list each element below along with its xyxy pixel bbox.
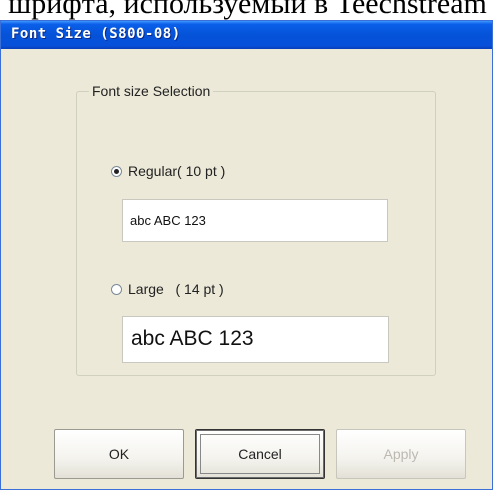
cancel-button[interactable]: Cancel (195, 429, 325, 479)
regular-sample-box: abc ABC 123 (122, 199, 388, 242)
ok-button-label: OK (108, 446, 130, 462)
regular-sample-text: abc ABC 123 (130, 213, 206, 228)
font-size-selection-group: Font size Selection Regular( 10 pt ) abc… (76, 83, 436, 376)
window-title: Font Size (S800-08) (11, 26, 181, 42)
large-sample-box: abc ABC 123 (122, 316, 389, 363)
background-caption: шрифта, используемый в Teechstream (0, 0, 495, 22)
radio-regular-indicator[interactable] (111, 165, 122, 177)
apply-button-label: Apply (383, 446, 419, 462)
apply-button[interactable]: Apply (336, 429, 466, 479)
title-bar[interactable]: Font Size (S800-08) (1, 21, 492, 49)
cancel-button-label: Cancel (238, 446, 282, 462)
dialog-body: Font size Selection Regular( 10 pt ) abc… (4, 49, 489, 486)
radio-regular-label[interactable]: Regular( 10 pt ) (128, 163, 225, 179)
ok-button[interactable]: OK (54, 429, 184, 479)
background-caption-text: шрифта, используемый в Teechstream (8, 0, 487, 20)
large-sample-text: abc ABC 123 (131, 327, 254, 350)
font-size-dialog: Font Size (S800-08) Font size Selection … (0, 20, 493, 490)
group-legend: Font size Selection (89, 83, 214, 99)
radio-large-label[interactable]: Large ( 14 pt ) (128, 281, 224, 297)
radio-large-indicator[interactable] (111, 283, 122, 295)
radio-large[interactable]: Large ( 14 pt ) (111, 281, 224, 297)
radio-regular[interactable]: Regular( 10 pt ) (111, 163, 225, 179)
